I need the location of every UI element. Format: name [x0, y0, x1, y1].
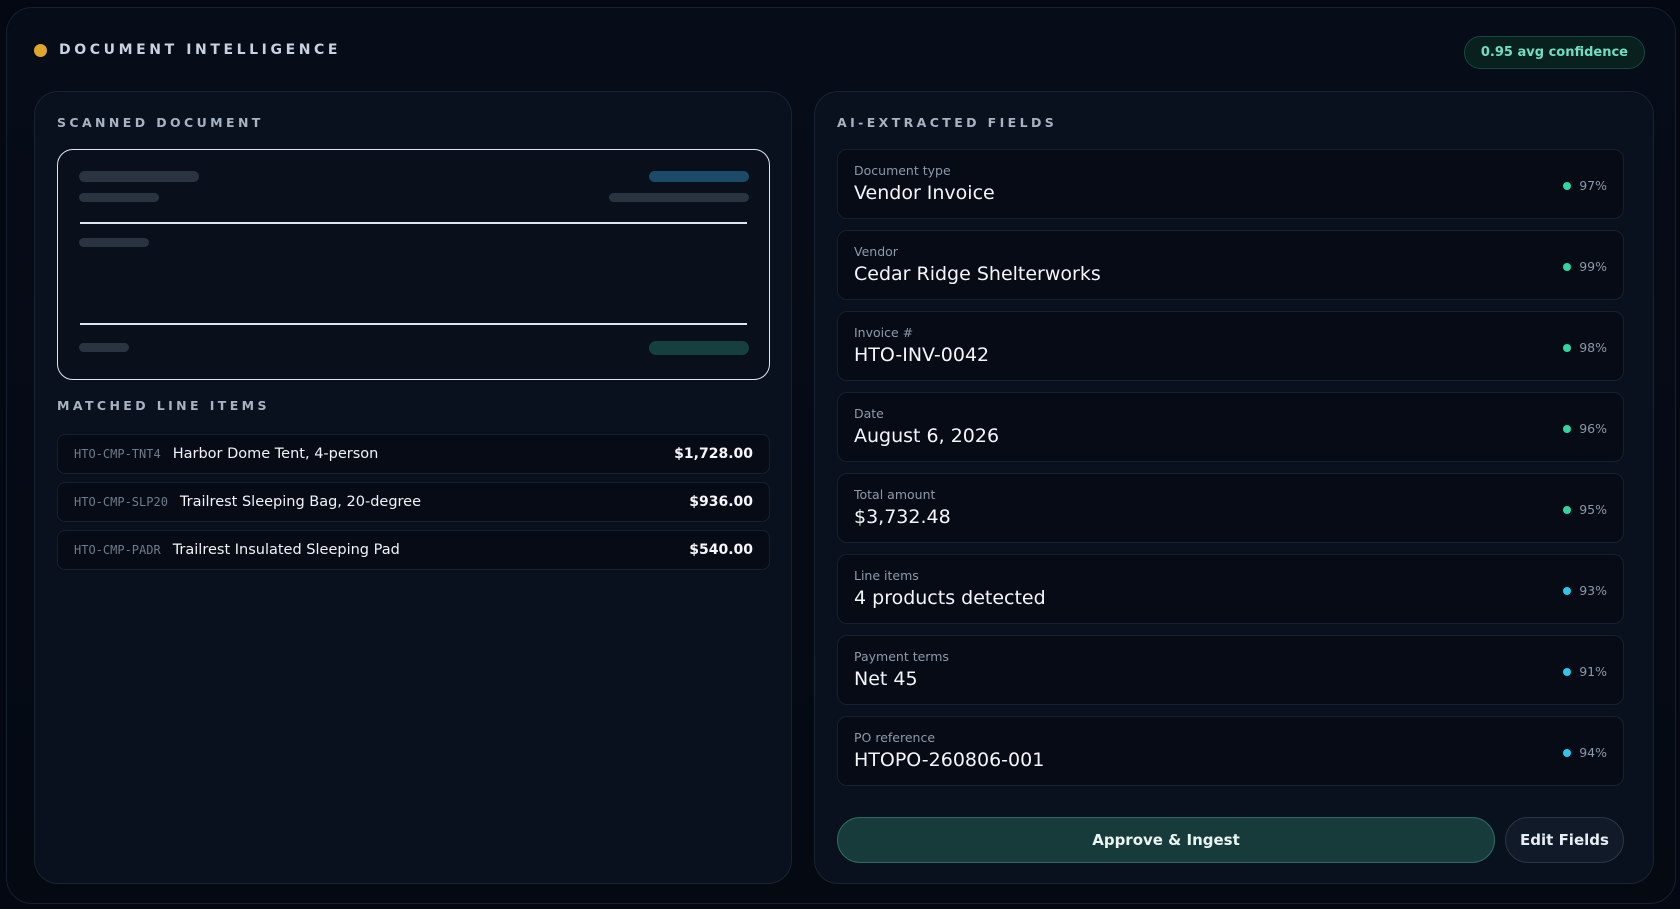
extracted-fields-heading: AI-EXTRACTED FIELDS	[837, 115, 1058, 130]
field-label: Payment terms	[854, 649, 949, 664]
confidence-indicator: 97%	[1563, 178, 1607, 193]
field-value: HTOPO-260806-001	[854, 749, 1045, 771]
divider	[80, 323, 747, 325]
item-amount: $1,728.00	[674, 446, 753, 462]
document-thumbnail[interactable]	[57, 149, 770, 380]
confidence-value: 99%	[1579, 259, 1607, 274]
page-title: DOCUMENT INTELLIGENCE	[59, 42, 342, 58]
scanned-document-panel: SCANNED DOCUMENT MATCHED LINE ITEMS HTO-…	[34, 91, 792, 884]
item-name: Trailrest Sleeping Bag, 20-degree	[179, 494, 422, 510]
field-value: $3,732.48	[854, 506, 951, 528]
field-value: Cedar Ridge Shelterworks	[854, 263, 1101, 285]
status-dot-icon	[34, 43, 47, 57]
list-item[interactable]: HTO-CMP-TNT4 Harbor Dome Tent, 4-person …	[57, 434, 770, 474]
field-vendor[interactable]: Vendor Cedar Ridge Shelterworks 99%	[837, 230, 1624, 300]
brand: DOCUMENT INTELLIGENCE	[34, 42, 341, 58]
line-items-list: HTO-CMP-TNT4 Harbor Dome Tent, 4-person …	[57, 434, 770, 578]
action-bar: Approve & Ingest Edit Fields	[837, 817, 1624, 863]
field-label: PO reference	[854, 730, 936, 745]
item-amount: $936.00	[689, 494, 753, 510]
placeholder-line	[79, 238, 149, 247]
confidence-value: 97%	[1579, 178, 1607, 193]
confidence-value: 96%	[1579, 421, 1607, 436]
confidence-value: 98%	[1579, 340, 1607, 355]
field-date[interactable]: Date August 6, 2026 96%	[837, 392, 1624, 462]
scanned-document-heading: SCANNED DOCUMENT	[57, 115, 264, 130]
approve-ingest-button[interactable]: Approve & Ingest	[837, 817, 1495, 863]
confidence-value: 94%	[1579, 745, 1607, 760]
confidence-dot-icon	[1563, 424, 1572, 433]
item-name: Harbor Dome Tent, 4-person	[172, 446, 379, 462]
field-label: Date	[854, 406, 884, 421]
field-label: Total amount	[854, 487, 936, 502]
field-value: August 6, 2026	[854, 425, 1000, 447]
field-label: Document type	[854, 163, 951, 178]
confidence-indicator: 91%	[1563, 664, 1607, 679]
placeholder-line	[609, 193, 749, 202]
confidence-value: 93%	[1579, 583, 1607, 598]
field-total-amount[interactable]: Total amount $3,732.48 95%	[837, 473, 1624, 543]
field-document-type[interactable]: Document type Vendor Invoice 97%	[837, 149, 1624, 219]
confidence-dot-icon	[1563, 586, 1572, 595]
confidence-indicator: 94%	[1563, 745, 1607, 760]
confidence-dot-icon	[1563, 667, 1572, 676]
confidence-dot-icon	[1563, 343, 1572, 352]
item-sku: HTO-CMP-SLP20	[74, 495, 168, 509]
confidence-value: 91%	[1579, 664, 1607, 679]
matched-line-items-heading: MATCHED LINE ITEMS	[57, 398, 270, 413]
field-invoice-number[interactable]: Invoice # HTO-INV-0042 98%	[837, 311, 1624, 381]
list-item[interactable]: HTO-CMP-PADR Trailrest Insulated Sleepin…	[57, 530, 770, 570]
field-label: Vendor	[854, 244, 898, 259]
field-value: Net 45	[854, 668, 918, 690]
confidence-indicator: 96%	[1563, 421, 1607, 436]
divider	[80, 222, 747, 224]
field-payment-terms[interactable]: Payment terms Net 45 91%	[837, 635, 1624, 705]
confidence-dot-icon	[1563, 262, 1572, 271]
confidence-dot-icon	[1563, 748, 1572, 757]
confidence-indicator: 98%	[1563, 340, 1607, 355]
field-value: 4 products detected	[854, 587, 1046, 609]
document-intelligence-card: DOCUMENT INTELLIGENCE 0.95 avg confidenc…	[6, 7, 1676, 904]
header: DOCUMENT INTELLIGENCE 0.95 avg confidenc…	[7, 8, 1675, 92]
field-line-items[interactable]: Line items 4 products detected 93%	[837, 554, 1624, 624]
placeholder-total	[649, 341, 749, 355]
extracted-fields-panel: AI-EXTRACTED FIELDS Document type Vendor…	[814, 91, 1654, 884]
confidence-indicator: 99%	[1563, 259, 1607, 274]
field-label: Line items	[854, 568, 919, 583]
confidence-value: 95%	[1579, 502, 1607, 517]
item-sku: HTO-CMP-TNT4	[74, 447, 161, 461]
item-name: Trailrest Insulated Sleeping Pad	[172, 542, 400, 558]
confidence-indicator: 93%	[1563, 583, 1607, 598]
confidence-dot-icon	[1563, 505, 1572, 514]
placeholder-line	[79, 193, 159, 202]
edit-fields-button[interactable]: Edit Fields	[1505, 817, 1624, 863]
item-sku: HTO-CMP-PADR	[74, 543, 161, 557]
fields-list: Document type Vendor Invoice 97% Vendor …	[837, 149, 1624, 797]
placeholder-line	[79, 171, 199, 182]
confidence-indicator: 95%	[1563, 502, 1607, 517]
placeholder-line	[79, 343, 129, 352]
confidence-dot-icon	[1563, 181, 1572, 190]
avg-confidence-badge: 0.95 avg confidence	[1463, 36, 1645, 69]
placeholder-line	[649, 171, 749, 182]
field-value: HTO-INV-0042	[854, 344, 990, 366]
item-amount: $540.00	[689, 542, 753, 558]
field-po-reference[interactable]: PO reference HTOPO-260806-001 94%	[837, 716, 1624, 786]
list-item[interactable]: HTO-CMP-SLP20 Trailrest Sleeping Bag, 20…	[57, 482, 770, 522]
field-value: Vendor Invoice	[854, 182, 995, 204]
field-label: Invoice #	[854, 325, 914, 340]
